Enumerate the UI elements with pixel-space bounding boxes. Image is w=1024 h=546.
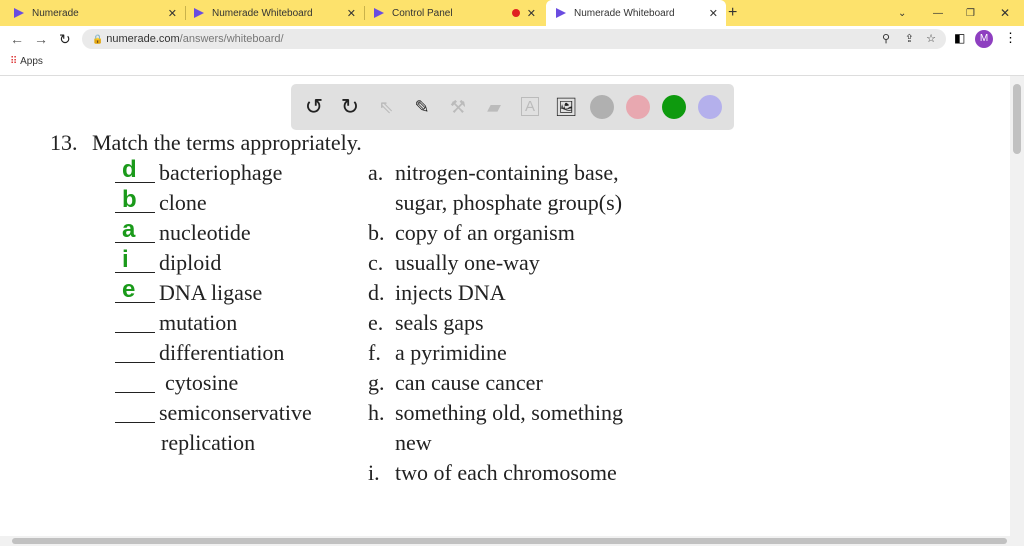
definition-text: nitrogen-containing base, <box>395 160 619 185</box>
divider <box>0 75 1024 76</box>
question-title: Match the terms appropriately. <box>92 130 362 155</box>
back-icon[interactable]: ← <box>10 31 24 47</box>
definition-letter: c. <box>368 250 384 275</box>
sidebar-icon[interactable]: ◧ <box>954 31 965 45</box>
definition-text: can cause cancer <box>395 370 543 395</box>
undo-icon[interactable]: ↺ <box>301 94 327 120</box>
definition-letter: g. <box>368 370 385 395</box>
redo-icon[interactable]: ↻ <box>337 94 363 120</box>
handwritten-answer: b <box>122 186 137 213</box>
answer-blank <box>115 272 155 273</box>
bookmark-star-icon[interactable]: ☆ <box>926 29 936 49</box>
definition-letter: h. <box>368 400 385 425</box>
answer-blank <box>115 362 155 363</box>
zoom-icon[interactable]: ⚲ <box>882 29 890 49</box>
tab-bar: Numerade ✕ Numerade Whiteboard ✕ Control P… <box>0 0 1024 26</box>
apps-grid-icon: ⠿ <box>10 56 18 67</box>
definition-text: two of each chromosome <box>395 460 617 485</box>
tab-control-panel[interactable]: Control Panel ✕ <box>360 0 544 26</box>
restore-button[interactable]: ❐ <box>966 0 975 26</box>
definition-letter: a. <box>368 160 384 185</box>
tab-search-icon[interactable]: ⌄ <box>898 0 906 26</box>
term: semiconservative <box>159 400 312 425</box>
definition-letter: b. <box>368 220 385 245</box>
new-tab-button[interactable]: + <box>728 0 737 26</box>
answer-blank <box>115 422 155 423</box>
minimize-button[interactable]: — <box>933 0 943 26</box>
answer-blank <box>115 392 155 393</box>
tab-numerade-whiteboard-active[interactable]: Numerade Whiteboard ✕ <box>546 0 726 26</box>
term: clone <box>159 190 207 215</box>
tools-icon[interactable]: ⚒ <box>445 94 471 120</box>
tab-numerade[interactable]: Numerade ✕ <box>0 0 185 26</box>
term: replication <box>161 430 256 455</box>
tab-label: Numerade <box>32 7 79 19</box>
question-number: 13. <box>50 130 78 155</box>
pointer-icon[interactable]: ⇖ <box>373 94 399 120</box>
definition-letter: e. <box>368 310 384 335</box>
handwritten-answer: d <box>122 156 137 183</box>
whiteboard-toolbar: ↺ ↻ ⇖ ✎ ⚒ ▰ A 🖼 <box>291 84 734 130</box>
recording-icon <box>512 9 520 17</box>
image-icon[interactable]: 🖼 <box>553 94 579 120</box>
definition-text: usually one-way <box>395 250 540 275</box>
term: bacteriophage <box>159 160 283 185</box>
tab-label: Numerade Whiteboard <box>574 7 675 19</box>
color-pink-swatch[interactable] <box>626 95 650 119</box>
definition-text: a pyrimidine <box>395 340 507 365</box>
color-lavender-swatch[interactable] <box>698 95 722 119</box>
tab-numerade-whiteboard[interactable]: Numerade Whiteboard ✕ <box>180 0 364 26</box>
reload-icon[interactable]: ↻ <box>59 31 71 48</box>
close-tab-icon[interactable]: ✕ <box>709 7 718 20</box>
definition-text: sugar, phosphate group(s) <box>395 190 623 215</box>
tab-label: Control Panel <box>392 7 453 19</box>
handwritten-answer: a <box>122 216 136 243</box>
term: cytosine <box>165 370 239 395</box>
numerade-logo-icon <box>556 8 566 18</box>
definition-letter: d. <box>368 280 385 305</box>
definition-text: something old, something <box>395 400 623 425</box>
url-host: numerade.com <box>106 33 180 45</box>
horizontal-scrollbar[interactable] <box>0 536 1024 546</box>
url-path: /answers/whiteboard/ <box>179 33 284 45</box>
color-green-swatch[interactable] <box>662 95 686 119</box>
term: nucleotide <box>159 220 251 245</box>
address-bar[interactable]: 🔒 numerade.com/answers/whiteboard/ ⚲ ⇪ ☆ <box>82 29 946 49</box>
close-tab-icon[interactable]: ✕ <box>347 7 356 20</box>
menu-icon[interactable]: ⋮ <box>1004 30 1017 46</box>
term: differentiation <box>159 340 285 365</box>
term: mutation <box>159 310 238 335</box>
term: diploid <box>159 250 222 275</box>
close-tab-icon[interactable]: ✕ <box>168 7 177 20</box>
close-window-button[interactable]: ✕ <box>1000 0 1010 26</box>
bookmark-apps[interactable]: ⠿ Apps <box>10 56 43 67</box>
answer-blank <box>115 332 155 333</box>
numerade-logo-icon <box>374 8 384 18</box>
text-icon[interactable]: A <box>520 97 539 116</box>
tab-label: Numerade Whiteboard <box>212 7 313 19</box>
eraser-icon[interactable]: ▰ <box>481 94 507 120</box>
color-gray-swatch[interactable] <box>590 95 614 119</box>
handwritten-answer: i <box>122 246 129 273</box>
numerade-logo-icon <box>194 8 204 18</box>
definition-text: injects DNA <box>395 280 506 305</box>
definition-letter: i. <box>368 460 380 485</box>
term: DNA ligase <box>159 280 263 305</box>
definition-text: copy of an organism <box>395 220 575 245</box>
numerade-logo-icon <box>14 8 24 18</box>
forward-icon[interactable]: → <box>34 31 48 47</box>
definition-text: seals gaps <box>395 310 484 335</box>
share-icon[interactable]: ⇪ <box>905 29 914 49</box>
close-tab-icon[interactable]: ✕ <box>527 7 536 20</box>
definition-text: new <box>395 430 432 455</box>
lock-icon: 🔒 <box>92 34 104 44</box>
profile-avatar[interactable]: M <box>975 30 993 48</box>
apps-label: Apps <box>20 56 43 67</box>
pen-icon[interactable]: ✎ <box>409 94 435 120</box>
definition-letter: f. <box>368 340 381 365</box>
handwritten-answer: e <box>122 276 136 303</box>
vertical-scrollbar[interactable] <box>1010 76 1024 536</box>
